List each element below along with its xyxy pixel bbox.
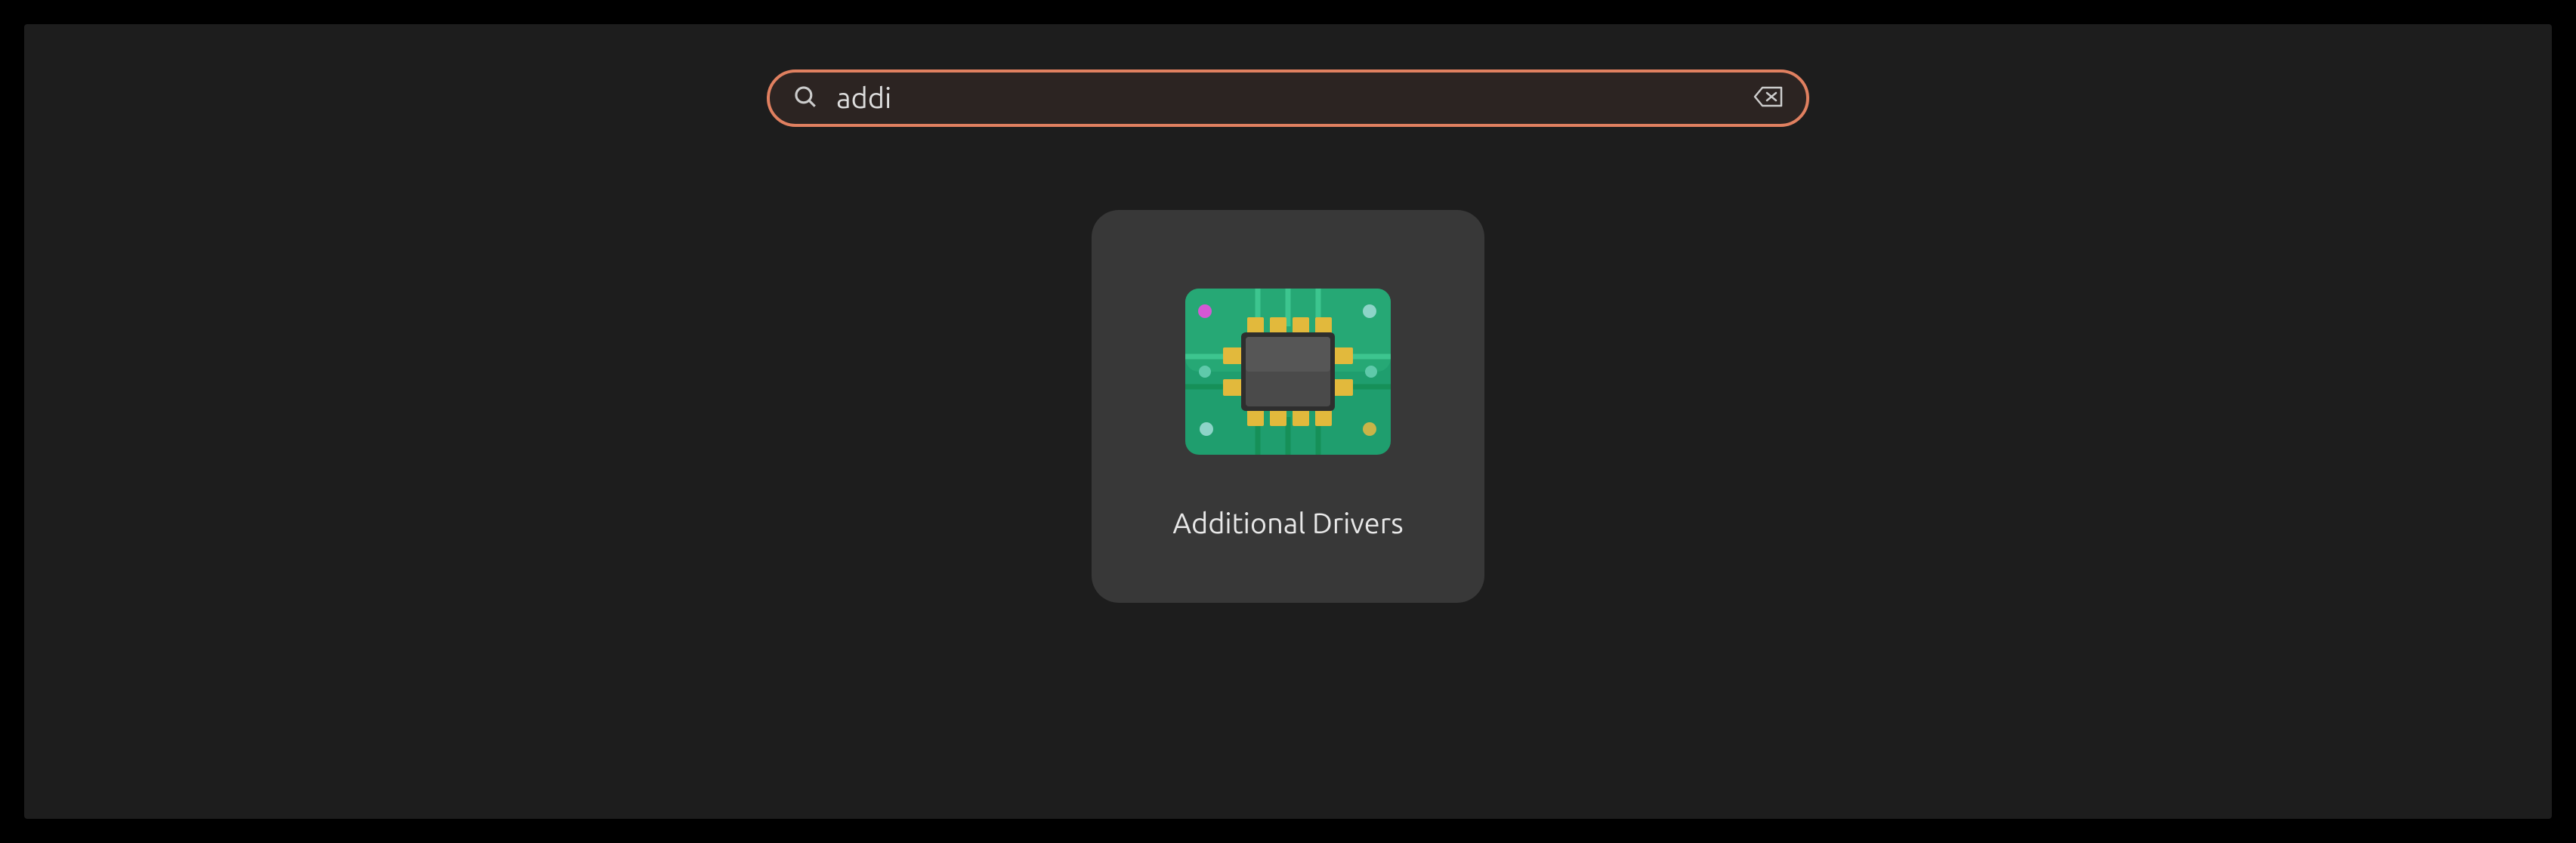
activities-overview: Additional Drivers — [24, 24, 2552, 819]
backspace-clear-icon[interactable] — [1753, 85, 1784, 111]
search-input[interactable] — [836, 82, 1735, 114]
search-bar[interactable] — [767, 69, 1809, 127]
app-additional-drivers[interactable]: Additional Drivers — [1092, 210, 1484, 603]
search-icon — [792, 84, 818, 113]
search-results: Additional Drivers — [1092, 210, 1484, 603]
app-label: Additional Drivers — [1172, 508, 1403, 539]
drivers-chip-icon — [1182, 273, 1394, 470]
